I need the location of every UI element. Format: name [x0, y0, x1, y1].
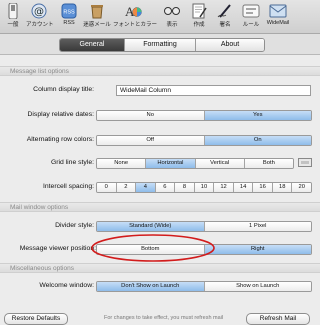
- toolbar-item-label: 署名: [219, 22, 231, 28]
- toolbar-item-label: 作成: [193, 22, 205, 28]
- toolbar-item-label: フォントとカラー: [113, 22, 158, 28]
- toolbar-item-label: RSS: [63, 20, 75, 26]
- divider-option-1-pixel[interactable]: 1 Pixel: [203, 222, 311, 231]
- viewer-option-right[interactable]: Right: [203, 245, 311, 254]
- rss-icon: RSS: [60, 2, 78, 19]
- toolbar-item-general[interactable]: 一般: [0, 2, 26, 28]
- spacing-option-8[interactable]: 8: [174, 183, 194, 192]
- svg-text:@: @: [34, 6, 44, 17]
- svg-text:RSS: RSS: [63, 9, 75, 15]
- tab-control: General Formatting About: [59, 38, 265, 52]
- relative-dates-label: Display relative dates:: [27, 111, 95, 118]
- widemail-icon: [269, 2, 287, 19]
- switch-icon: [4, 2, 22, 19]
- grid-style-control: None Horizontal Vertical Both: [96, 158, 294, 169]
- fonts-colors-icon: A: [124, 2, 142, 19]
- refresh-note: For changes to take effect, you must ref…: [104, 315, 224, 321]
- spacing-option-14[interactable]: 14: [232, 183, 253, 192]
- toolbar-item-signatures[interactable]: 署名: [212, 2, 238, 28]
- highlight-annotation-circle: [91, 234, 215, 262]
- toolbar-item-widemail[interactable]: WideMail: [262, 2, 294, 26]
- viewer-position-label: Message viewer position:: [19, 245, 96, 252]
- spacing-option-10[interactable]: 10: [193, 183, 214, 192]
- grid-style-option-horizontal[interactable]: Horizontal: [145, 159, 195, 168]
- spacing-option-2[interactable]: 2: [115, 183, 136, 192]
- glasses-icon: [163, 2, 181, 19]
- signature-icon: [216, 2, 234, 19]
- restore-defaults-button[interactable]: Restore Defaults: [4, 313, 68, 325]
- toolbar-item-accounts[interactable]: @ アカウント: [26, 2, 54, 28]
- tab-formatting[interactable]: Formatting: [124, 39, 195, 51]
- rules-icon: [242, 2, 260, 19]
- toolbar-item-label: WideMail: [266, 20, 290, 26]
- toolbar-item-rss[interactable]: RSS RSS: [56, 2, 82, 26]
- toolbar-item-label: アカウント: [26, 22, 54, 28]
- alternating-colors-option-on[interactable]: On: [203, 136, 311, 145]
- spacing-option-0[interactable]: 0: [97, 183, 116, 192]
- at-sign-icon: @: [30, 2, 48, 19]
- spacing-option-20[interactable]: 20: [291, 183, 311, 192]
- spacing-option-6[interactable]: 6: [154, 183, 175, 192]
- relative-dates-option-yes[interactable]: Yes: [203, 111, 311, 120]
- welcome-option-show[interactable]: Show on Launch: [203, 282, 311, 291]
- welcome-option-dont-show[interactable]: Don't Show on Launch: [97, 282, 204, 291]
- toolbar-item-junk-mail[interactable]: 迷惑メール: [82, 2, 112, 28]
- column-title-label: Column display title:: [33, 86, 94, 93]
- spacing-option-4[interactable]: 4: [135, 183, 155, 192]
- spacing-option-16[interactable]: 16: [252, 183, 272, 192]
- relative-dates-option-no[interactable]: No: [97, 111, 204, 120]
- alternating-colors-label: Alternating row colors:: [26, 136, 94, 143]
- spacing-option-18[interactable]: 18: [271, 183, 292, 192]
- toolbar-item-composing[interactable]: 作成: [186, 2, 212, 28]
- toolbar-item-label: 迷惑メール: [83, 22, 111, 28]
- junk-mail-icon: [88, 2, 106, 19]
- preferences-toolbar: 一般 @ アカウント RSS RSS 迷惑メール A フォントとカラー 表示 作…: [0, 0, 320, 34]
- toolbar-item-fonts-colors[interactable]: A フォントとカラー: [113, 2, 158, 29]
- welcome-window-control: Don't Show on Launch Show on Launch: [96, 281, 312, 292]
- tab-about[interactable]: About: [195, 39, 264, 51]
- grid-style-label: Grid line style:: [50, 159, 94, 166]
- grid-color-well[interactable]: [298, 158, 312, 167]
- toolbar-item-label: 一般: [7, 22, 19, 28]
- compose-icon: [190, 2, 208, 19]
- refresh-mail-button[interactable]: Refresh Mail: [246, 313, 310, 325]
- grid-style-option-vertical[interactable]: Vertical: [194, 159, 244, 168]
- divider-style-control: Standard (Wide) 1 Pixel: [96, 221, 312, 232]
- divider-style-label: Divider style:: [55, 222, 94, 229]
- welcome-window-label: Welcome window:: [39, 282, 94, 289]
- tab-general[interactable]: General: [60, 39, 124, 51]
- relative-dates-control: No Yes: [96, 110, 312, 121]
- divider-option-standard[interactable]: Standard (Wide): [97, 222, 204, 231]
- intercell-spacing-label: Intercell spacing:: [42, 183, 94, 190]
- grid-style-option-none[interactable]: None: [97, 159, 146, 168]
- toolbar-item-rules[interactable]: ルール: [238, 2, 264, 28]
- section-misc: Miscellaneous options: [0, 263, 320, 273]
- toolbar-item-viewing[interactable]: 表示: [159, 2, 185, 28]
- section-mail-window: Mail window options: [0, 202, 320, 212]
- spacing-option-12[interactable]: 12: [213, 183, 233, 192]
- column-title-input[interactable]: WideMail Column: [116, 85, 311, 96]
- alternating-colors-control: Off On: [96, 135, 312, 146]
- grid-color-swatch: [301, 161, 309, 164]
- toolbar-item-label: ルール: [242, 22, 260, 28]
- intercell-spacing-control: 0 2 4 6 8 10 12 14 16 18 20: [96, 182, 312, 193]
- grid-style-option-both[interactable]: Both: [243, 159, 293, 168]
- section-message-list: Message list options: [0, 66, 320, 76]
- toolbar-item-label: 表示: [166, 22, 178, 28]
- alternating-colors-option-off[interactable]: Off: [97, 136, 204, 145]
